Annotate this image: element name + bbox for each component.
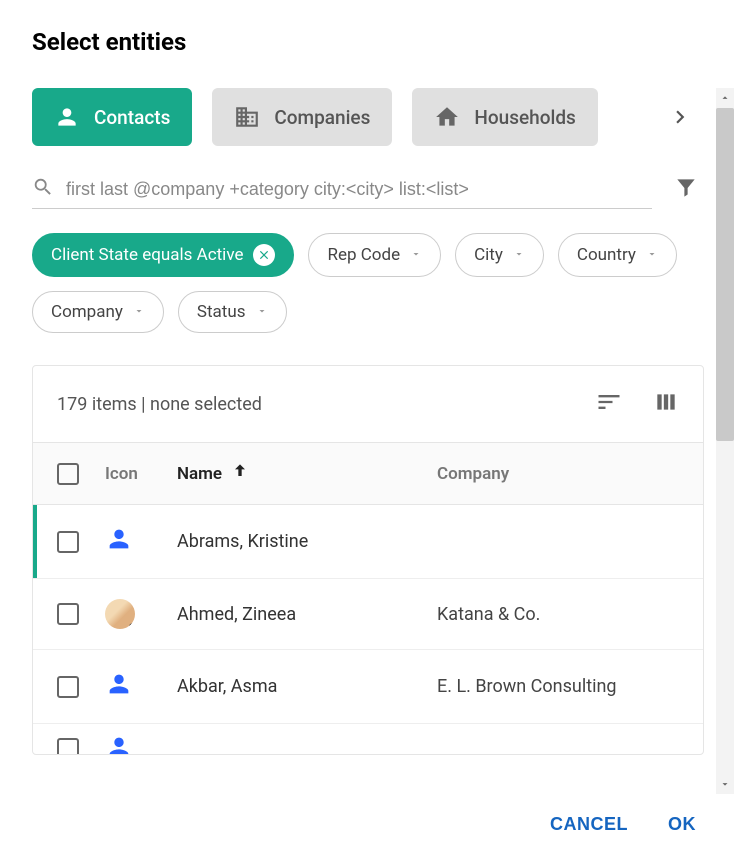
chip-label: Client State equals Active — [51, 245, 243, 265]
tab-contacts[interactable]: Contacts — [32, 88, 192, 146]
chip-city[interactable]: City — [455, 233, 544, 277]
search-input[interactable] — [66, 179, 652, 200]
dialog-title: Select entities — [32, 28, 704, 56]
chip-label: Company — [51, 302, 123, 322]
select-all-checkbox[interactable] — [57, 463, 79, 485]
vertical-scrollbar[interactable] — [716, 88, 734, 794]
table-row[interactable]: Akbar, Asma E. L. Brown Consulting — [33, 650, 703, 724]
tab-label: Companies — [274, 106, 370, 129]
columns-button[interactable] — [653, 388, 679, 420]
person-icon — [105, 733, 133, 755]
avatar-icon — [105, 599, 135, 629]
home-icon — [434, 104, 460, 130]
search-row — [32, 170, 704, 209]
chip-country[interactable]: Country — [558, 233, 677, 277]
filter-chips: Client State equals Active Rep Code City… — [32, 233, 704, 333]
chip-label: Status — [197, 302, 246, 322]
cell-name: Akbar, Asma — [177, 676, 437, 697]
table-row[interactable] — [33, 724, 703, 754]
building-icon — [234, 104, 260, 130]
columns-icon — [653, 389, 679, 419]
chip-company[interactable]: Company — [32, 291, 164, 333]
person-icon — [105, 525, 133, 558]
chip-label: City — [474, 245, 503, 265]
row-checkbox[interactable] — [57, 676, 79, 698]
sort-button[interactable] — [595, 388, 623, 420]
col-name-header[interactable]: Name — [177, 461, 437, 486]
search-icon — [32, 176, 54, 202]
search-wrap — [32, 170, 652, 209]
dialog-footer: CANCEL OK — [0, 794, 736, 854]
table-header: Icon Name Company — [33, 443, 703, 505]
cell-company: E. L. Brown Consulting — [437, 676, 679, 697]
col-icon-header[interactable]: Icon — [105, 464, 177, 484]
chip-rep-code[interactable]: Rep Code — [308, 233, 441, 277]
col-name-label: Name — [177, 464, 222, 484]
tab-row: Contacts Companies Households — [32, 88, 704, 146]
chip-label: Rep Code — [327, 245, 400, 265]
col-company-header[interactable]: Company — [437, 464, 679, 484]
caret-down-icon — [133, 302, 145, 322]
tab-scroll-right[interactable] — [656, 93, 704, 141]
close-icon[interactable] — [253, 244, 275, 266]
row-checkbox[interactable] — [57, 531, 79, 553]
chip-status[interactable]: Status — [178, 291, 287, 333]
chip-client-state[interactable]: Client State equals Active — [32, 233, 294, 277]
cell-name: Ahmed, Zineea — [177, 604, 437, 625]
cell-name: Abrams, Kristine — [177, 531, 437, 552]
scroll-up-button[interactable] — [716, 88, 734, 108]
tab-label: Households — [474, 106, 575, 129]
tab-label: Contacts — [94, 106, 170, 129]
scroll-track[interactable] — [716, 108, 734, 774]
sort-icon — [595, 388, 623, 420]
table-row[interactable]: Abrams, Kristine — [33, 505, 703, 579]
tab-households[interactable]: Households — [412, 88, 597, 146]
scroll-down-button[interactable] — [716, 774, 734, 794]
ok-button[interactable]: OK — [668, 814, 696, 835]
results-panel: 179 items | none selected — [32, 365, 704, 755]
person-icon — [105, 670, 133, 703]
selection-status: 179 items | none selected — [57, 394, 262, 415]
arrow-up-icon — [230, 461, 250, 486]
row-checkbox[interactable] — [57, 738, 79, 754]
caret-down-icon — [410, 245, 422, 265]
caret-down-icon — [646, 245, 658, 265]
row-checkbox[interactable] — [57, 603, 79, 625]
panel-header: 179 items | none selected — [33, 366, 703, 443]
caret-down-icon — [513, 245, 525, 265]
cancel-button[interactable]: CANCEL — [550, 814, 628, 835]
table-row[interactable]: Ahmed, Zineea Katana & Co. — [33, 579, 703, 650]
person-icon — [54, 104, 80, 130]
scroll-thumb[interactable] — [716, 108, 734, 441]
cell-company: Katana & Co. — [437, 604, 679, 625]
tab-companies[interactable]: Companies — [212, 88, 392, 146]
caret-down-icon — [256, 302, 268, 322]
chip-label: Country — [577, 245, 636, 265]
funnel-icon — [673, 175, 699, 205]
filter-button[interactable] — [668, 172, 704, 208]
